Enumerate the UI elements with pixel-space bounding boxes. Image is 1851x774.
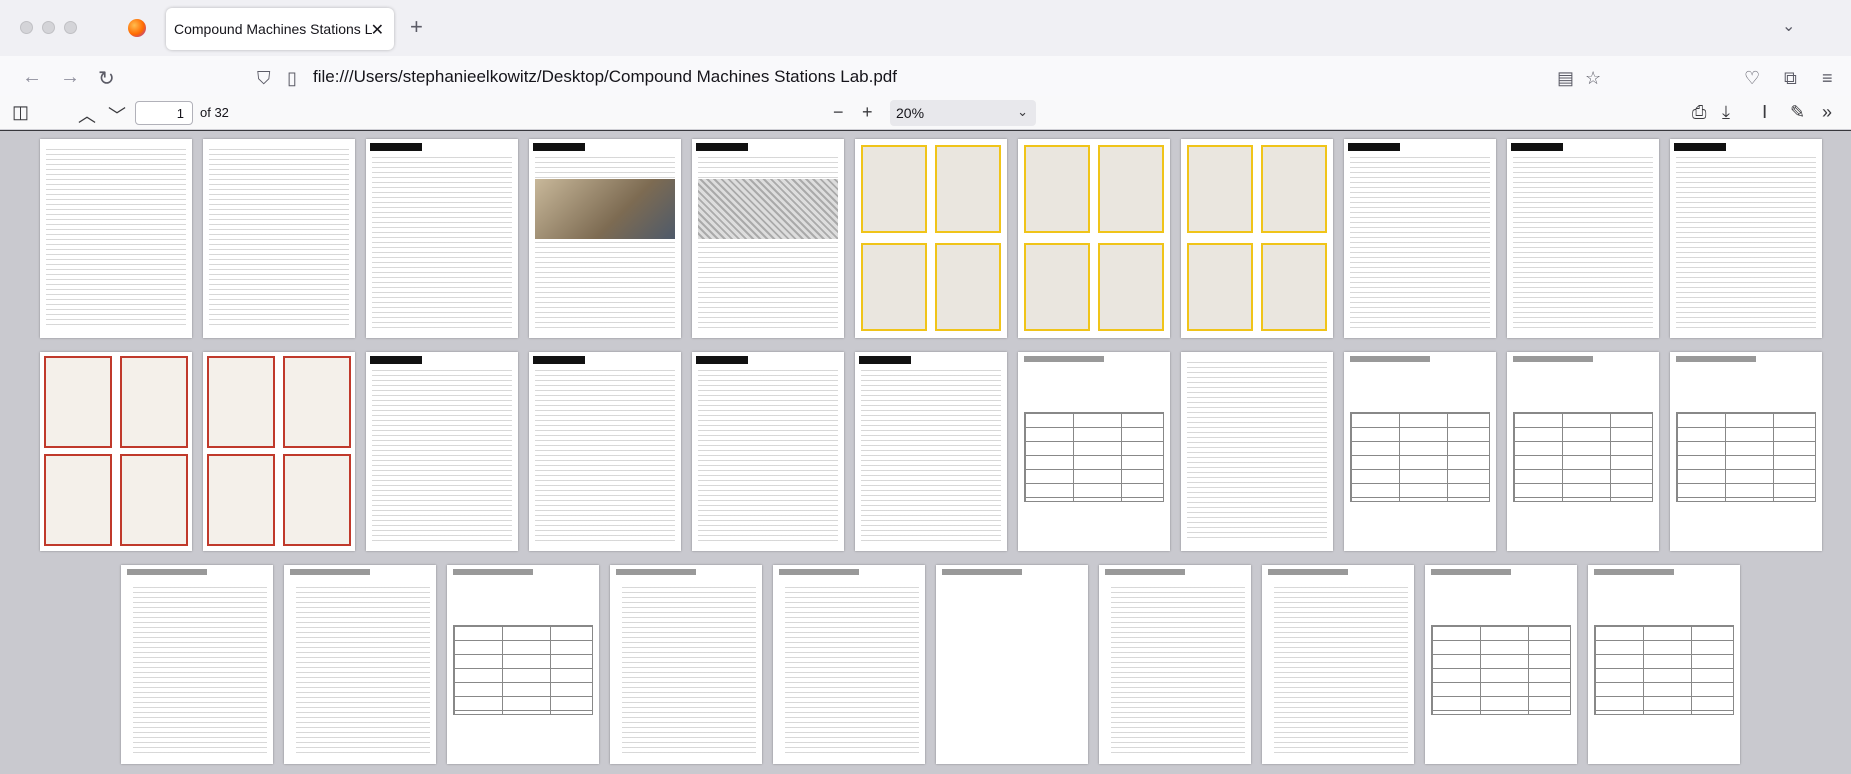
- pdf-page-thumbnail[interactable]: [1588, 565, 1740, 764]
- file-icon[interactable]: ▯: [287, 68, 297, 89]
- pdf-page-thumbnail[interactable]: [1262, 565, 1414, 764]
- page-number-input[interactable]: 1: [135, 101, 193, 125]
- plus-icon[interactable]: +: [410, 14, 423, 40]
- pdf-page-thumbnail[interactable]: [1181, 139, 1333, 338]
- reload-icon[interactable]: ↻: [98, 66, 115, 91]
- download-icon[interactable]: ⤓: [1722, 102, 1730, 123]
- pdf-toolbar: ◫ ︿ ﹀ 1 of 32 − + 20% ⌄ ⎙ ⤓ Ⅰ ✎ »: [0, 96, 1851, 130]
- pen-icon[interactable]: ✎: [1790, 102, 1805, 123]
- extensions-icon[interactable]: ⧉: [1784, 68, 1797, 89]
- pdf-page-thumbnail[interactable]: [855, 352, 1007, 551]
- pdf-page-thumbnail[interactable]: [1670, 352, 1822, 551]
- pdf-page-thumbnail[interactable]: [610, 565, 762, 764]
- pdf-page-thumbnail[interactable]: [366, 139, 518, 338]
- pdf-viewer[interactable]: [0, 131, 1851, 774]
- pdf-page-thumbnail[interactable]: [1507, 139, 1659, 338]
- menu-icon[interactable]: ≡: [1822, 68, 1833, 89]
- pdf-page-thumbnail[interactable]: [529, 352, 681, 551]
- tab-strip: Compound Machines Stations Lab.pdf ✕ + ⌄: [0, 0, 1851, 56]
- chevron-down-icon: ⌄: [1017, 104, 1028, 119]
- pdf-page-thumbnail[interactable]: [1344, 352, 1496, 551]
- pdf-page-thumbnail[interactable]: [529, 139, 681, 338]
- pocket-icon[interactable]: ♡: [1744, 68, 1760, 89]
- tab-title: Compound Machines Stations Lab.pdf: [174, 21, 372, 37]
- pdf-page-thumbnail[interactable]: [1018, 352, 1170, 551]
- pdf-page-thumbnail[interactable]: [40, 352, 192, 551]
- zoom-out-minus-icon[interactable]: −: [833, 102, 844, 123]
- pdf-page-thumbnail[interactable]: [284, 565, 436, 764]
- bookmark-star-icon[interactable]: ☆: [1585, 68, 1601, 89]
- minimize-window-button[interactable]: [42, 21, 55, 34]
- maximize-window-button[interactable]: [64, 21, 77, 34]
- pdf-page-thumbnail[interactable]: [692, 139, 844, 338]
- chevron-down-icon[interactable]: ⌄: [1782, 16, 1795, 36]
- close-window-button[interactable]: [20, 21, 33, 34]
- pdf-page-thumbnail[interactable]: [1344, 139, 1496, 338]
- double-chevron-right-icon[interactable]: »: [1822, 102, 1832, 123]
- pdf-page-thumbnail[interactable]: [1018, 139, 1170, 338]
- forward-arrow-icon[interactable]: →: [60, 66, 80, 89]
- page-count: of 32: [200, 105, 229, 120]
- pdf-page-thumbnail[interactable]: [1181, 352, 1333, 551]
- url-bar[interactable]: file:///Users/stephanieelkowitz/Desktop/…: [313, 67, 897, 87]
- sidebar-toggle-icon[interactable]: ◫: [12, 102, 29, 123]
- browser-window: Compound Machines Stations Lab.pdf ✕ + ⌄…: [0, 0, 1851, 774]
- firefox-logo-icon: [128, 19, 146, 37]
- pdf-page-thumbnail[interactable]: [447, 565, 599, 764]
- pdf-page-thumbnail[interactable]: [121, 565, 273, 764]
- pdf-page-thumbnail[interactable]: [1425, 565, 1577, 764]
- pdf-page-thumbnail[interactable]: [1099, 565, 1251, 764]
- pdf-page-thumbnail[interactable]: [773, 565, 925, 764]
- close-icon[interactable]: ✕: [371, 20, 384, 40]
- zoom-value: 20%: [896, 105, 925, 121]
- pdf-page-thumbnail[interactable]: [203, 352, 355, 551]
- shield-icon[interactable]: ⛉: [257, 68, 271, 89]
- printer-icon[interactable]: ⎙: [1692, 102, 1706, 123]
- back-arrow-icon[interactable]: ←: [22, 66, 42, 89]
- pdf-page-thumbnail[interactable]: [692, 352, 844, 551]
- pdf-page-thumbnail[interactable]: [366, 352, 518, 551]
- pdf-page-thumbnail[interactable]: [936, 565, 1088, 764]
- zoom-in-plus-icon[interactable]: +: [862, 102, 873, 123]
- pdf-page-thumbnail[interactable]: [855, 139, 1007, 338]
- chevron-up-icon[interactable]: ︿: [78, 102, 96, 128]
- zoom-select[interactable]: 20% ⌄: [890, 100, 1036, 126]
- reader-view-icon[interactable]: ▤: [1557, 68, 1574, 89]
- pdf-page-thumbnail[interactable]: [1507, 352, 1659, 551]
- pdf-page-thumbnail[interactable]: [40, 139, 192, 338]
- chevron-down-icon[interactable]: ﹀: [108, 102, 126, 128]
- tab-active[interactable]: Compound Machines Stations Lab.pdf ✕: [166, 8, 394, 50]
- text-cursor-icon[interactable]: Ⅰ: [1762, 102, 1767, 123]
- pdf-page-thumbnail[interactable]: [1670, 139, 1822, 338]
- pdf-page-thumbnail[interactable]: [203, 139, 355, 338]
